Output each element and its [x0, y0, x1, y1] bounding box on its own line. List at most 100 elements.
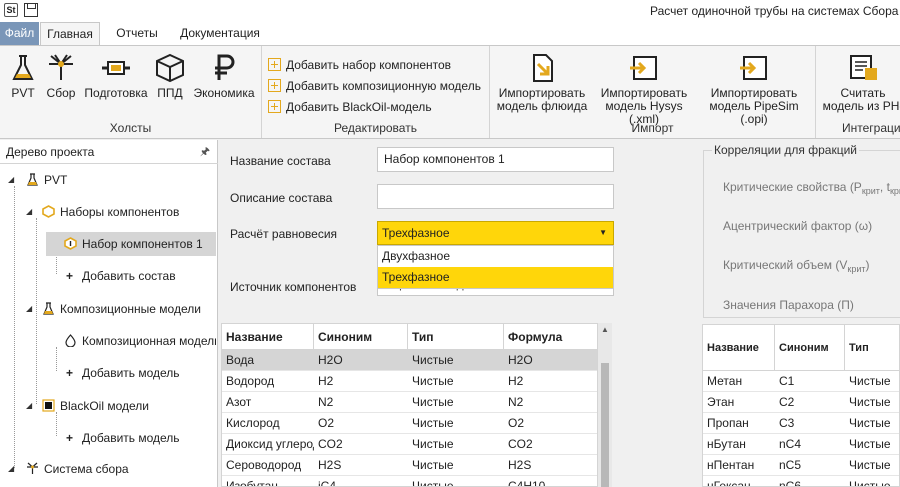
scroll-up-icon[interactable]: ▲: [601, 325, 609, 334]
tab-home[interactable]: Главная: [40, 22, 100, 45]
table-row[interactable]: нПентан nC5 Чистые: [703, 455, 899, 476]
scroll-thumb[interactable]: [601, 363, 609, 487]
tree-node-gathering-system[interactable]: ◢ Система сбора: [8, 457, 216, 481]
option-three-phase[interactable]: Трехфазное: [378, 267, 613, 288]
components-table: Название Синоним Тип Формула Вода H2O Чи…: [221, 323, 598, 487]
tree-node-compositional-model[interactable]: Композиционная модель: [46, 329, 216, 353]
tab-documentation[interactable]: Документация: [172, 22, 268, 45]
economics-button[interactable]: Экономика: [192, 52, 256, 100]
column-header-formula[interactable]: Формула: [504, 324, 597, 350]
tree-node-component-set-1[interactable]: Набор компонентов 1: [46, 232, 216, 256]
import-fluid-icon: [533, 54, 553, 82]
blackoil-icon: [42, 396, 55, 412]
pvt-button[interactable]: PVT: [6, 52, 40, 100]
preparation-button[interactable]: Подготовка: [84, 52, 148, 100]
table-row[interactable]: Кислород O2 Чистые O2: [222, 413, 597, 434]
table-row[interactable]: Сероводород H2S Чистые H2S: [222, 455, 597, 476]
cell: N2: [508, 395, 524, 409]
cell: нПентан: [707, 458, 755, 472]
table-row[interactable]: нГексан nC6 Чистые: [703, 476, 899, 487]
import-hysys-button[interactable]: Импортировать модель Hysys (.xml): [592, 52, 696, 126]
tree-node-add-model[interactable]: + Добавить модель: [62, 361, 212, 385]
column-header-type[interactable]: Тип: [845, 325, 899, 371]
column-header-name[interactable]: Название: [222, 324, 314, 350]
add-icon: [268, 100, 281, 113]
group-import: Импортировать модель флюида Импортироват…: [490, 46, 816, 138]
add-blackoil-model-button[interactable]: Добавить BlackOil-модель: [268, 98, 432, 116]
tree-label-compositional-model: Композиционная модель: [82, 334, 216, 348]
component-set-icon: [64, 234, 77, 250]
cell: H2: [508, 374, 524, 388]
cell: Чистые: [849, 437, 891, 451]
column-header-synonym[interactable]: Синоним: [314, 324, 408, 350]
cell: Чистые: [412, 416, 454, 430]
pipe-icon: [102, 61, 130, 75]
ppd-button[interactable]: ППД: [152, 52, 188, 100]
table-row[interactable]: Пропан C3 Чистые: [703, 413, 899, 434]
table-row[interactable]: Этан C2 Чистые: [703, 392, 899, 413]
import-fluid-model-button[interactable]: Импортировать модель флюида: [494, 52, 590, 113]
collapse-arrow-icon[interactable]: ◢: [8, 457, 14, 481]
tree-node-add-set[interactable]: + Добавить состав: [62, 264, 212, 288]
table-scrollbar[interactable]: ▲: [598, 323, 612, 487]
table-row[interactable]: Диоксид углерод CO2 Чистые CO2: [222, 434, 597, 455]
collapse-arrow-icon[interactable]: ◢: [8, 168, 14, 192]
tree-node-pvt[interactable]: ◢ PVT: [8, 168, 216, 192]
critical-properties-sep: , t: [879, 180, 890, 194]
column-header-type[interactable]: Тип: [408, 324, 504, 350]
project-tree-title: Дерево проекта: [6, 145, 95, 159]
cell: Чистые: [849, 479, 891, 487]
table-row[interactable]: Изобутан iC4 Чистые C4H10: [222, 476, 597, 486]
gathering-button[interactable]: Сбор: [44, 52, 78, 100]
read-model-icon: [850, 55, 877, 80]
table-row[interactable]: Водород H2 Чистые H2: [222, 371, 597, 392]
cell: CO2: [508, 437, 533, 451]
group-caption-edit: Редактировать: [334, 121, 417, 135]
tree-node-add-model[interactable]: + Добавить модель: [62, 426, 212, 450]
option-two-phase[interactable]: Двухфазное: [378, 246, 613, 267]
name-input[interactable]: Набор компонентов 1: [377, 147, 614, 172]
import-pipesim-line1: Импортировать: [710, 86, 798, 100]
tab-reports[interactable]: Отчеты: [108, 22, 166, 45]
add-icon: [268, 58, 281, 71]
cell: Водород: [226, 374, 275, 388]
tree-label-compositional-models: Композиционные модели: [60, 302, 201, 316]
column-header-name[interactable]: Название: [703, 325, 775, 371]
cell: CO2: [318, 437, 343, 451]
read-model-button[interactable]: Считать модель из PH-: [820, 52, 900, 113]
add-compositional-model-button[interactable]: Добавить композиционную модель: [268, 77, 481, 95]
equilibrium-select[interactable]: Трехфазное ▼: [377, 221, 614, 245]
tab-file[interactable]: Файл: [0, 22, 39, 45]
add-component-set-button[interactable]: Добавить набор компонентов: [268, 56, 451, 74]
import-hysys-line1: Импортировать: [600, 86, 688, 100]
tree-node-compositional-models[interactable]: ◢ Композиционные модели: [26, 297, 216, 321]
group-caption-integration: Интеграци: [842, 121, 900, 135]
table-row[interactable]: Вода H2O Чистые H2O: [222, 350, 597, 371]
tree-node-blackoil-models[interactable]: ◢ BlackOil модели: [26, 394, 216, 418]
pin-icon[interactable]: 🖈: [200, 140, 210, 164]
cell: nC6: [779, 479, 802, 487]
collapse-arrow-icon[interactable]: ◢: [26, 394, 32, 418]
gathering-label: Сбор: [46, 86, 76, 100]
cell: nC5: [779, 458, 802, 472]
import-pipesim-button[interactable]: Импортировать модель PipeSim (.opi): [696, 52, 812, 126]
equilibrium-dropdown: Двухфазное Трехфазное: [377, 245, 614, 289]
table-row[interactable]: Метан C1 Чистые: [703, 371, 899, 392]
read-model-line2: модель из PH-: [822, 99, 900, 113]
table-row[interactable]: Азот N2 Чистые N2: [222, 392, 597, 413]
description-input[interactable]: [377, 184, 614, 209]
tree-label-add-set: Добавить состав: [82, 269, 176, 283]
cell: Чистые: [412, 437, 454, 451]
cell: O2: [508, 416, 525, 430]
critical-properties-label: Критические свойства (Pкрит, tкрит: [723, 180, 900, 196]
table-row[interactable]: нБутан nC4 Чистые: [703, 434, 899, 455]
collapse-arrow-icon[interactable]: ◢: [26, 297, 32, 321]
collapse-arrow-icon[interactable]: ◢: [26, 200, 32, 224]
column-header-synonym[interactable]: Синоним: [775, 325, 845, 371]
cell: C1: [779, 374, 795, 388]
tree-node-component-sets[interactable]: ◢ Наборы компонентов: [26, 200, 216, 224]
app-icon: St: [4, 3, 18, 17]
critical-pressure-subscript: крит: [861, 186, 880, 196]
cell: O2: [318, 416, 335, 430]
save-icon[interactable]: [24, 3, 38, 17]
